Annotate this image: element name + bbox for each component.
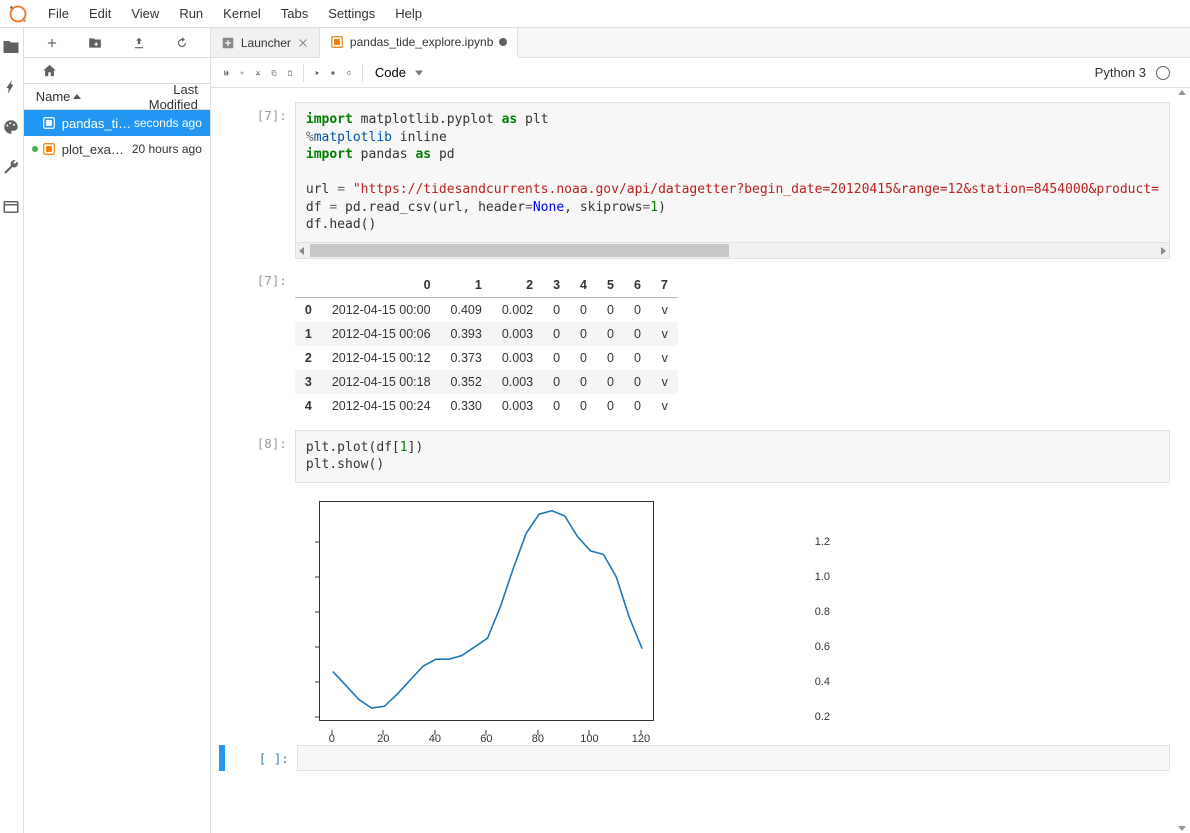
cut-icon[interactable] bbox=[251, 66, 265, 80]
palette-icon[interactable] bbox=[2, 118, 20, 136]
input-prompt: [8]: bbox=[225, 430, 295, 483]
code-cell[interactable]: [ ]: bbox=[211, 745, 1190, 771]
tab[interactable]: pandas_tide_explore.ipynb bbox=[320, 28, 518, 58]
header-name[interactable]: Name bbox=[36, 89, 71, 104]
horizontal-scrollbar[interactable] bbox=[295, 243, 1170, 259]
notebook-toolbar: Code Python 3 bbox=[211, 58, 1190, 88]
file-browser: Name Last Modified pandas_tide...seconds… bbox=[24, 28, 211, 833]
code-cell[interactable]: [8]: plt.plot(df[1]) plt.show() bbox=[211, 430, 1190, 483]
celltype-select[interactable]: Code bbox=[369, 63, 427, 82]
y-tick-label: 0.8 bbox=[815, 606, 830, 618]
menu-kernel[interactable]: Kernel bbox=[213, 2, 271, 25]
y-tick-label: 1.0 bbox=[815, 571, 830, 583]
menu-settings[interactable]: Settings bbox=[318, 2, 385, 25]
tab-bar: Launcherpandas_tide_explore.ipynb bbox=[211, 28, 1190, 58]
cell-marker-current bbox=[219, 745, 225, 771]
refresh-icon[interactable] bbox=[175, 36, 189, 50]
output-prompt: [7]: bbox=[225, 267, 295, 422]
menu-tabs[interactable]: Tabs bbox=[271, 2, 318, 25]
copy-icon[interactable] bbox=[267, 66, 281, 80]
y-tick-label: 1.2 bbox=[815, 536, 830, 548]
sort-caret-icon bbox=[73, 94, 81, 99]
dirty-indicator-icon bbox=[499, 38, 507, 46]
close-icon[interactable] bbox=[297, 37, 309, 49]
menu-help[interactable]: Help bbox=[385, 2, 432, 25]
launcher-icon bbox=[221, 36, 235, 50]
output-cell: 0.20.40.60.81.01.2020406080100120 bbox=[211, 491, 1190, 731]
breadcrumb[interactable] bbox=[24, 58, 210, 84]
new-folder-icon[interactable] bbox=[88, 36, 102, 50]
notebook-icon bbox=[42, 116, 56, 130]
output-cell: [7]: 0123456702012-04-15 00:000.4090.002… bbox=[211, 267, 1190, 422]
paste-icon[interactable] bbox=[283, 66, 297, 80]
restart-icon[interactable] bbox=[342, 66, 356, 80]
input-prompt: [ ]: bbox=[227, 745, 297, 771]
run-icon[interactable] bbox=[310, 66, 324, 80]
y-tick-label: 0.4 bbox=[815, 676, 830, 688]
work-area: Launcherpandas_tide_explore.ipynb Code P… bbox=[211, 28, 1190, 833]
header-modified[interactable]: Last Modified bbox=[136, 82, 198, 112]
menubar: FileEditViewRunKernelTabsSettingsHelp bbox=[0, 0, 1190, 28]
upload-icon[interactable] bbox=[132, 36, 146, 50]
code-input[interactable]: plt.plot(df[1]) plt.show() bbox=[295, 430, 1170, 483]
code-input[interactable] bbox=[297, 745, 1170, 771]
add-icon[interactable] bbox=[45, 36, 59, 50]
notebook-icon bbox=[42, 142, 56, 156]
add-cell-icon[interactable] bbox=[235, 66, 249, 80]
home-icon[interactable] bbox=[42, 63, 57, 78]
folder-icon[interactable] bbox=[2, 38, 20, 56]
y-tick-label: 0.2 bbox=[815, 711, 830, 723]
menu-file[interactable]: File bbox=[38, 2, 79, 25]
activity-bar bbox=[0, 28, 24, 833]
tab[interactable]: Launcher bbox=[211, 28, 320, 57]
input-prompt: [7]: bbox=[225, 102, 295, 259]
save-icon[interactable] bbox=[219, 66, 233, 80]
code-input[interactable]: import matplotlib.pyplot as plt %matplot… bbox=[295, 102, 1170, 243]
file-item[interactable]: pandas_tide...seconds ago bbox=[24, 110, 210, 136]
running-icon[interactable] bbox=[2, 78, 20, 96]
tabs-icon[interactable] bbox=[2, 198, 20, 216]
notebook: [7]: import matplotlib.pyplot as plt %ma… bbox=[211, 88, 1190, 833]
notebook-icon bbox=[330, 35, 344, 49]
vertical-scrollbar[interactable] bbox=[1174, 88, 1188, 833]
menu-edit[interactable]: Edit bbox=[79, 2, 121, 25]
file-toolbar bbox=[24, 28, 210, 58]
dataframe-output: 0123456702012-04-15 00:000.4090.0020000v… bbox=[295, 273, 678, 418]
menu-run[interactable]: Run bbox=[169, 2, 213, 25]
kernel-name[interactable]: Python 3 bbox=[1095, 65, 1146, 80]
line-chart bbox=[320, 502, 655, 722]
plot-output: 0.20.40.60.81.01.2020406080100120 bbox=[295, 501, 1170, 731]
kernel-status-icon[interactable] bbox=[1156, 66, 1170, 80]
file-item[interactable]: plot_exampl...20 hours ago bbox=[24, 136, 210, 162]
wrench-icon[interactable] bbox=[2, 158, 20, 176]
jupyter-logo-icon bbox=[8, 4, 28, 24]
y-tick-label: 0.6 bbox=[815, 641, 830, 653]
menu-view[interactable]: View bbox=[121, 2, 169, 25]
code-cell[interactable]: [7]: import matplotlib.pyplot as plt %ma… bbox=[211, 102, 1190, 259]
file-list-header[interactable]: Name Last Modified bbox=[24, 84, 210, 110]
stop-icon[interactable] bbox=[326, 66, 340, 80]
